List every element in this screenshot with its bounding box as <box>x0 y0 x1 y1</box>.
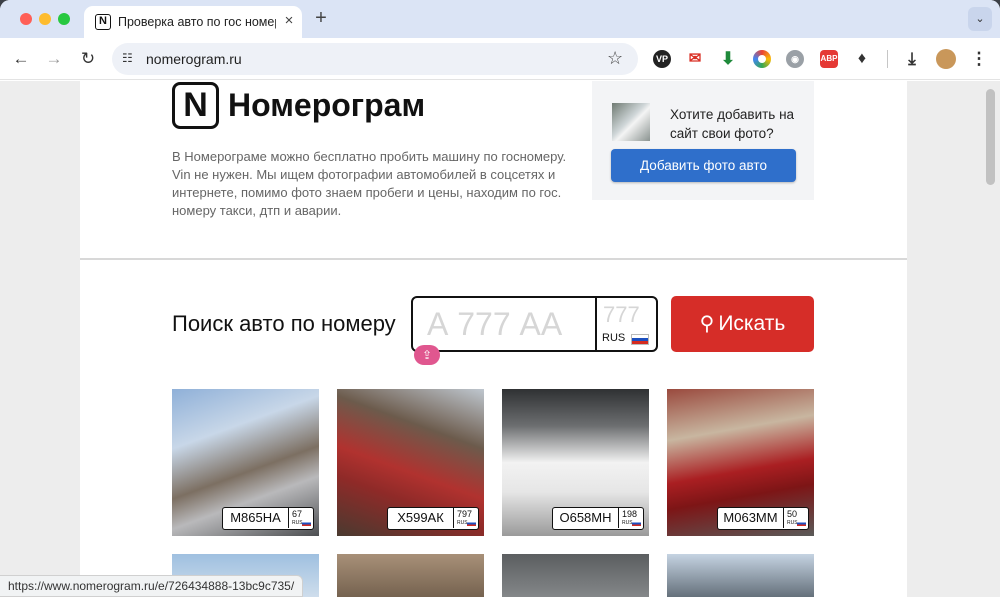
avatar[interactable] <box>936 49 956 69</box>
search-icon: ⚲ <box>699 313 715 335</box>
reload-icon[interactable]: ↻ <box>77 48 99 70</box>
plate-region-field[interactable]: 777 <box>603 302 640 328</box>
car-plate-country: RUS <box>292 520 303 526</box>
car-plate-country: RUS <box>787 520 798 526</box>
russia-flag-icon <box>797 521 806 526</box>
page-viewport: N Номерограм В Номерограме можно бесплат… <box>0 81 1000 597</box>
car-plate: М063ММ 50 RUS <box>717 507 809 530</box>
globe-extension-icon[interactable]: ◉ <box>786 50 804 68</box>
car-card[interactable]: О658МН 198 RUS <box>502 389 649 536</box>
car-card[interactable]: М063ММ 50 RUS <box>667 389 814 536</box>
url-text[interactable]: nomerogram.ru <box>146 51 242 67</box>
car-card[interactable]: М865НА 67 RUS <box>172 389 319 536</box>
add-photo-button[interactable]: Добавить фото авто <box>611 149 796 182</box>
page-scrollbar[interactable] <box>986 89 995 185</box>
download-icon[interactable]: ⤓ <box>903 50 921 68</box>
car-plate-number: М063ММ <box>718 508 784 528</box>
intro-text: В Номерограме можно бесплатно пробить ма… <box>172 149 567 218</box>
tune-icon[interactable]: ☷ <box>122 51 136 65</box>
russia-flag-icon <box>631 334 649 345</box>
vp-extension-icon[interactable]: VP <box>653 50 671 68</box>
car-plate: М865НА 67 RUS <box>222 507 314 530</box>
car-card[interactable] <box>502 554 649 597</box>
car-plate-country: RUS <box>457 520 468 526</box>
car-plate-region: 67 <box>292 509 303 519</box>
download-extension-icon[interactable]: ⬇ <box>719 50 737 68</box>
browser-window: N Проверка авто по гос номер × + ⌄ ← → ↻… <box>0 0 1000 597</box>
toolbar-divider <box>887 50 888 68</box>
extensions-icon[interactable]: ♦ <box>853 50 871 68</box>
browser-toolbar: ← → ↻ ☷ nomerogram.ru ☆ VP ✉ ⬇ ◉ ABP ♦ ⤓… <box>0 38 1000 80</box>
car-card[interactable]: Х599АК 797 RUS <box>337 389 484 536</box>
search-button-label: Искать <box>718 312 786 335</box>
favicon-icon: N <box>95 14 111 30</box>
adblock-extension-icon[interactable]: ABP <box>820 50 838 68</box>
section-divider <box>80 258 907 260</box>
tab-active[interactable]: N Проверка авто по гос номер × <box>84 6 302 38</box>
plate-search-input[interactable]: А 777 АА 777 RUS <box>411 296 658 352</box>
car-plate: Х599АК 797 RUS <box>387 507 479 530</box>
site-title[interactable]: Номерограм <box>228 87 425 124</box>
car-plate-region: 198 <box>622 509 638 519</box>
plate-number-placeholder: А 777 АА <box>427 306 563 342</box>
tab-strip: N Проверка авто по гос номер × + ⌄ <box>0 0 1000 38</box>
tab-title: Проверка авто по гос номер <box>118 15 276 29</box>
search-button[interactable]: ⚲ Искать <box>671 296 814 352</box>
add-photo-promo: Хотите добавить на сайт свои фото? Добав… <box>592 81 814 200</box>
address-bar[interactable]: ☷ nomerogram.ru ☆ <box>112 43 638 75</box>
minimize-window-button[interactable] <box>39 13 51 25</box>
promo-text: Хотите добавить на сайт свои фото? <box>670 107 795 141</box>
car-plate-region: 797 <box>457 509 473 519</box>
car-plate-country: RUS <box>622 520 633 526</box>
search-label: Поиск авто по номеру <box>172 311 396 336</box>
car-plate-region: 50 <box>787 509 798 519</box>
status-bar-url: https://www.nomerogram.ru/e/726434888-13… <box>0 575 304 597</box>
tab-search-button[interactable]: ⌄ <box>968 7 992 31</box>
car-card[interactable] <box>667 554 814 597</box>
page-content: N Номерограм В Номерограме можно бесплат… <box>80 81 907 597</box>
car-card[interactable] <box>337 554 484 597</box>
more-icon[interactable]: ⋮ <box>970 50 988 68</box>
logo-icon[interactable]: N <box>172 82 219 129</box>
tab-close-icon[interactable]: × <box>281 13 297 29</box>
russia-flag-icon <box>632 521 641 526</box>
plate-country-label: RUS <box>602 332 626 344</box>
car-plate-number: О658МН <box>553 508 619 528</box>
car-plate-number: Х599АК <box>388 508 454 528</box>
russia-flag-icon <box>302 521 311 526</box>
back-icon[interactable]: ← <box>10 48 32 70</box>
russia-flag-icon <box>467 521 476 526</box>
car-plate: О658МН 198 RUS <box>552 507 644 530</box>
plate-number-field[interactable]: А 777 АА <box>413 298 597 350</box>
car-plate-number: М865НА <box>223 508 289 528</box>
maximize-window-button[interactable] <box>58 13 70 25</box>
new-tab-button[interactable]: + <box>311 8 331 28</box>
promo-car-thumbnail <box>612 103 650 141</box>
close-window-button[interactable] <box>20 13 32 25</box>
keyboard-layout-icon[interactable]: ⇪ <box>414 345 440 365</box>
color-ring-extension-icon[interactable] <box>753 50 771 68</box>
star-icon[interactable]: ☆ <box>607 48 623 69</box>
gmail-extension-icon[interactable]: ✉ <box>686 50 704 68</box>
forward-icon[interactable]: → <box>43 48 65 70</box>
